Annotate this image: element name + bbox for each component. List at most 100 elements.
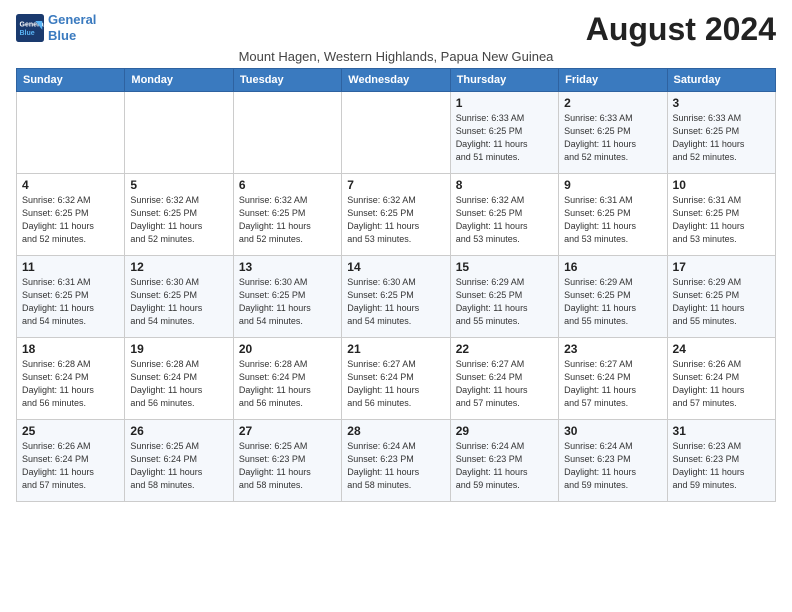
day-detail: Sunrise: 6:24 AMSunset: 6:23 PMDaylight:… [456, 440, 553, 492]
week-row-5: 25Sunrise: 6:26 AMSunset: 6:24 PMDayligh… [17, 420, 776, 502]
day-number: 22 [456, 342, 553, 356]
calendar-cell: 31 Sunrise: 6:23 AMSunset: 6:23 PMDayligh… [667, 420, 775, 502]
calendar-cell: 10Sunrise: 6:31 AMSunset: 6:25 PMDayligh… [667, 174, 775, 256]
calendar-cell: 28 Sunrise: 6:24 AMSunset: 6:23 PMDayligh… [342, 420, 450, 502]
day-detail: Sunrise: 6:28 AMSunset: 6:24 PMDaylight:… [130, 358, 227, 410]
day-number: 26 [130, 424, 227, 438]
day-detail: Sunrise: 6:27 AMSunset: 6:24 PMDaylight:… [564, 358, 661, 410]
day-detail: Sunrise: 6:32 AMSunset: 6:25 PMDaylight:… [130, 194, 227, 246]
calendar-cell: 18 Sunrise: 6:28 AMSunset: 6:24 PMDayligh… [17, 338, 125, 420]
day-number: 5 [130, 178, 227, 192]
week-row-1: 1 Sunrise: 6:33 AMSunset: 6:25 PMDaylight… [17, 92, 776, 174]
day-number: 27 [239, 424, 336, 438]
calendar-cell: 30Sunrise: 6:24 AMSunset: 6:23 PMDayligh… [559, 420, 667, 502]
day-number: 1 [456, 96, 553, 110]
calendar-cell: 22 Sunrise: 6:27 AMSunset: 6:24 PMDayligh… [450, 338, 558, 420]
day-detail: Sunrise: 6:24 AMSunset: 6:23 PMDaylight:… [347, 440, 444, 492]
day-detail: Sunrise: 6:31 AMSunset: 6:25 PMDaylight:… [22, 276, 119, 328]
day-number: 8 [456, 178, 553, 192]
day-detail: Sunrise: 6:23 AMSunset: 6:23 PMDaylight:… [673, 440, 770, 492]
calendar-cell: 3 Sunrise: 6:33 AMSunset: 6:25 PMDaylight… [667, 92, 775, 174]
day-number: 17 [673, 260, 770, 274]
calendar-cell: 5 Sunrise: 6:32 AMSunset: 6:25 PMDaylight… [125, 174, 233, 256]
day-detail: Sunrise: 6:32 AMSunset: 6:25 PMDaylight:… [22, 194, 119, 246]
day-number: 31 [673, 424, 770, 438]
calendar-cell: 23 Sunrise: 6:27 AMSunset: 6:24 PMDayligh… [559, 338, 667, 420]
day-number: 19 [130, 342, 227, 356]
calendar-cell [233, 92, 341, 174]
calendar-cell: 6 Sunrise: 6:32 AMSunset: 6:25 PMDaylight… [233, 174, 341, 256]
day-number: 23 [564, 342, 661, 356]
calendar-cell: 12Sunrise: 6:30 AMSunset: 6:25 PMDayligh… [125, 256, 233, 338]
calendar-cell [342, 92, 450, 174]
day-number: 9 [564, 178, 661, 192]
day-number: 20 [239, 342, 336, 356]
day-number: 29 [456, 424, 553, 438]
day-detail: Sunrise: 6:25 AMSunset: 6:24 PMDaylight:… [130, 440, 227, 492]
calendar-cell: 2 Sunrise: 6:33 AMSunset: 6:25 PMDaylight… [559, 92, 667, 174]
main-title: August 2024 [586, 12, 776, 47]
column-header-wednesday: Wednesday [342, 69, 450, 92]
day-detail: Sunrise: 6:29 AMSunset: 6:25 PMDaylight:… [673, 276, 770, 328]
day-detail: Sunrise: 6:29 AMSunset: 6:25 PMDaylight:… [456, 276, 553, 328]
day-detail: Sunrise: 6:26 AMSunset: 6:24 PMDaylight:… [22, 440, 119, 492]
day-number: 30 [564, 424, 661, 438]
day-detail: Sunrise: 6:33 AMSunset: 6:25 PMDaylight:… [564, 112, 661, 164]
calendar-body: 1 Sunrise: 6:33 AMSunset: 6:25 PMDaylight… [17, 92, 776, 502]
column-header-tuesday: Tuesday [233, 69, 341, 92]
week-row-2: 4Sunrise: 6:32 AMSunset: 6:25 PMDaylight… [17, 174, 776, 256]
header: General Blue General Blue August 2024 [16, 12, 776, 47]
logo: General Blue General Blue [16, 12, 96, 43]
day-number: 13 [239, 260, 336, 274]
day-number: 2 [564, 96, 661, 110]
column-header-friday: Friday [559, 69, 667, 92]
day-detail: Sunrise: 6:32 AMSunset: 6:25 PMDaylight:… [456, 194, 553, 246]
day-detail: Sunrise: 6:27 AMSunset: 6:24 PMDaylight:… [347, 358, 444, 410]
day-number: 28 [347, 424, 444, 438]
day-detail: Sunrise: 6:31 AMSunset: 6:25 PMDaylight:… [673, 194, 770, 246]
day-number: 21 [347, 342, 444, 356]
calendar-cell: 16 Sunrise: 6:29 AMSunset: 6:25 PMDayligh… [559, 256, 667, 338]
day-number: 18 [22, 342, 119, 356]
svg-text:Blue: Blue [20, 30, 35, 37]
calendar-cell: 24Sunrise: 6:26 AMSunset: 6:24 PMDayligh… [667, 338, 775, 420]
calendar-cell: 21 Sunrise: 6:27 AMSunset: 6:24 PMDayligh… [342, 338, 450, 420]
column-header-sunday: Sunday [17, 69, 125, 92]
column-header-thursday: Thursday [450, 69, 558, 92]
day-number: 11 [22, 260, 119, 274]
calendar-cell: 26 Sunrise: 6:25 AMSunset: 6:24 PMDayligh… [125, 420, 233, 502]
day-detail: Sunrise: 6:33 AMSunset: 6:25 PMDaylight:… [456, 112, 553, 164]
day-number: 16 [564, 260, 661, 274]
calendar-cell [125, 92, 233, 174]
column-header-saturday: Saturday [667, 69, 775, 92]
day-detail: Sunrise: 6:32 AMSunset: 6:25 PMDaylight:… [347, 194, 444, 246]
calendar-cell [17, 92, 125, 174]
calendar-cell: 17 Sunrise: 6:29 AMSunset: 6:25 PMDayligh… [667, 256, 775, 338]
calendar-cell: 14Sunrise: 6:30 AMSunset: 6:25 PMDayligh… [342, 256, 450, 338]
logo-text: General Blue [48, 12, 96, 43]
day-detail: Sunrise: 6:32 AMSunset: 6:25 PMDaylight:… [239, 194, 336, 246]
calendar-cell: 13Sunrise: 6:30 AMSunset: 6:25 PMDayligh… [233, 256, 341, 338]
day-detail: Sunrise: 6:30 AMSunset: 6:25 PMDaylight:… [347, 276, 444, 328]
day-detail: Sunrise: 6:28 AMSunset: 6:24 PMDaylight:… [22, 358, 119, 410]
calendar-cell: 27 Sunrise: 6:25 AMSunset: 6:23 PMDayligh… [233, 420, 341, 502]
calendar-cell: 29 Sunrise: 6:24 AMSunset: 6:23 PMDayligh… [450, 420, 558, 502]
day-detail: Sunrise: 6:33 AMSunset: 6:25 PMDaylight:… [673, 112, 770, 164]
day-number: 12 [130, 260, 227, 274]
day-number: 3 [673, 96, 770, 110]
calendar-cell: 8 Sunrise: 6:32 AMSunset: 6:25 PMDaylight… [450, 174, 558, 256]
column-header-monday: Monday [125, 69, 233, 92]
calendar-cell: 4Sunrise: 6:32 AMSunset: 6:25 PMDaylight… [17, 174, 125, 256]
day-number: 6 [239, 178, 336, 192]
day-detail: Sunrise: 6:28 AMSunset: 6:24 PMDaylight:… [239, 358, 336, 410]
day-detail: Sunrise: 6:29 AMSunset: 6:25 PMDaylight:… [564, 276, 661, 328]
calendar-cell: 15Sunrise: 6:29 AMSunset: 6:25 PMDayligh… [450, 256, 558, 338]
subtitle: Mount Hagen, Western Highlands, Papua Ne… [16, 49, 776, 64]
day-detail: Sunrise: 6:25 AMSunset: 6:23 PMDaylight:… [239, 440, 336, 492]
week-row-3: 11 Sunrise: 6:31 AMSunset: 6:25 PMDayligh… [17, 256, 776, 338]
calendar-cell: 7Sunrise: 6:32 AMSunset: 6:25 PMDaylight… [342, 174, 450, 256]
day-detail: Sunrise: 6:27 AMSunset: 6:24 PMDaylight:… [456, 358, 553, 410]
day-detail: Sunrise: 6:26 AMSunset: 6:24 PMDaylight:… [673, 358, 770, 410]
header-row: SundayMondayTuesdayWednesdayThursdayFrid… [17, 69, 776, 92]
calendar-cell: 9Sunrise: 6:31 AMSunset: 6:25 PMDaylight… [559, 174, 667, 256]
